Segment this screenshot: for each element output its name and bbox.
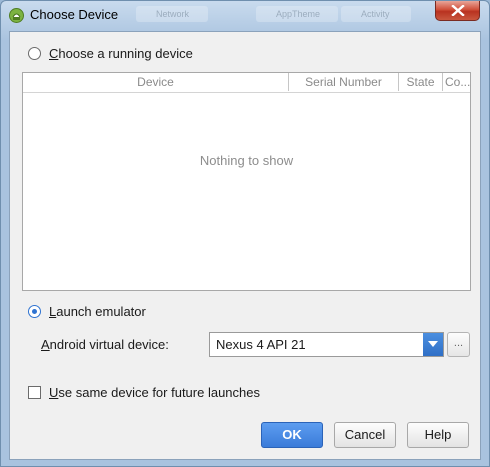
choose-running-device-radio[interactable] (28, 47, 41, 60)
launch-emulator-radio[interactable] (28, 305, 41, 318)
choose-device-dialog: Choose Device Network AppTheme Activity … (0, 0, 490, 467)
column-header-compatible[interactable]: Co... (442, 73, 471, 91)
avd-selected-value: Nexus 4 API 21 (216, 337, 306, 352)
chevron-down-icon (428, 341, 438, 347)
close-icon (451, 5, 465, 16)
help-button[interactable]: Help (407, 422, 469, 448)
launch-emulator-option[interactable]: Launch emulator (28, 304, 146, 319)
choose-running-device-label: Choose a running device (49, 46, 193, 61)
choose-running-device-option[interactable]: Choose a running device (28, 46, 193, 61)
launch-emulator-label: Launch emulator (49, 304, 146, 319)
android-studio-icon (9, 8, 24, 23)
background-tab: AppTheme (256, 6, 338, 22)
close-button[interactable] (435, 1, 480, 21)
avd-label: Android virtual device: (41, 337, 169, 352)
cancel-button[interactable]: Cancel (334, 422, 396, 448)
column-header-device[interactable]: Device (23, 73, 288, 91)
same-device-label: Use same device for future launches (49, 385, 260, 400)
avd-dropdown[interactable]: Nexus 4 API 21 (209, 332, 444, 357)
background-tab: Network (136, 6, 208, 22)
empty-table-message: Nothing to show (199, 153, 294, 168)
window-title: Choose Device (30, 7, 119, 22)
same-device-option[interactable]: Use same device for future launches (28, 385, 260, 400)
column-header-state[interactable]: State (398, 73, 442, 91)
table-header: Device Serial Number State Co... (23, 73, 470, 93)
title-bar[interactable]: Choose Device Network AppTheme Activity (1, 1, 489, 29)
dialog-content: Choose a running device Device Serial Nu… (9, 31, 481, 460)
column-header-serial-number[interactable]: Serial Number (288, 73, 398, 91)
dropdown-arrow-button[interactable] (423, 333, 443, 356)
ok-button[interactable]: OK (261, 422, 323, 448)
background-tab: Activity (341, 6, 411, 22)
browse-avd-button[interactable]: ... (447, 332, 470, 357)
same-device-checkbox[interactable] (28, 386, 41, 399)
device-table: Device Serial Number State Co... Nothing… (22, 72, 471, 291)
